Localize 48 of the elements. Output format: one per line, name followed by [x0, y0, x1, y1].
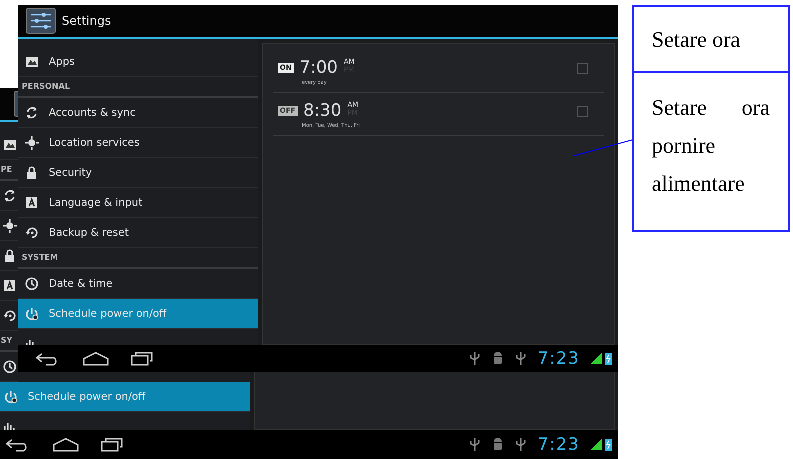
section-header: SYSTEM [18, 248, 258, 269]
signal-icon [591, 439, 602, 450]
recent-apps-icon[interactable] [100, 438, 124, 452]
checkbox[interactable] [577, 106, 588, 116]
signal-icon [591, 353, 602, 364]
clock-icon [3, 360, 17, 374]
window-title: Settings [62, 14, 112, 28]
power-clock-icon [25, 306, 39, 320]
settings-item[interactable]: Language & input [18, 188, 258, 218]
settings-item[interactable]: Backup & reset [18, 218, 258, 248]
alarm-time: 7:00 [300, 58, 338, 78]
power-clock-icon [4, 390, 18, 404]
crosshair-icon [25, 136, 39, 150]
usb-icon [468, 437, 481, 452]
sync-icon [3, 188, 17, 202]
crosshair-icon [3, 218, 17, 232]
status-clock: 7:23 [538, 434, 580, 454]
alarm-time: 8:30 [304, 101, 342, 121]
usb-icon [514, 351, 527, 366]
settings-item[interactable]: Security [18, 158, 258, 188]
letter-a-icon [25, 196, 39, 210]
usb-icon [514, 437, 527, 452]
battery-icon [605, 352, 612, 365]
lock-icon [25, 166, 39, 180]
apps-icon [3, 138, 17, 152]
settings-item[interactable]: Accounts & sync [18, 98, 258, 128]
android-icon [492, 351, 504, 366]
section-header: PERSONAL [18, 77, 258, 98]
settings-item[interactable]: Location services [18, 128, 258, 158]
sync-icon [25, 106, 39, 120]
battery-icon [605, 438, 612, 451]
usb-icon [468, 351, 481, 366]
android-icon [492, 437, 504, 452]
apps-icon [25, 54, 39, 68]
home-icon[interactable] [82, 352, 110, 366]
clock-icon [25, 276, 39, 290]
checkbox[interactable] [577, 62, 588, 74]
letter-a-icon [3, 278, 17, 292]
callout-text: Setare ora pornire alimentare [652, 94, 770, 198]
status-clock: 7:23 [538, 348, 580, 368]
restore-icon [3, 308, 17, 322]
settings-item[interactable]: Apps [18, 47, 258, 77]
recent-apps-icon[interactable] [130, 352, 154, 366]
restore-icon [25, 226, 39, 240]
leader-line [574, 140, 634, 156]
lock-icon [3, 248, 17, 262]
home-icon[interactable] [52, 438, 80, 452]
callout-text: Setare ora [652, 26, 742, 54]
